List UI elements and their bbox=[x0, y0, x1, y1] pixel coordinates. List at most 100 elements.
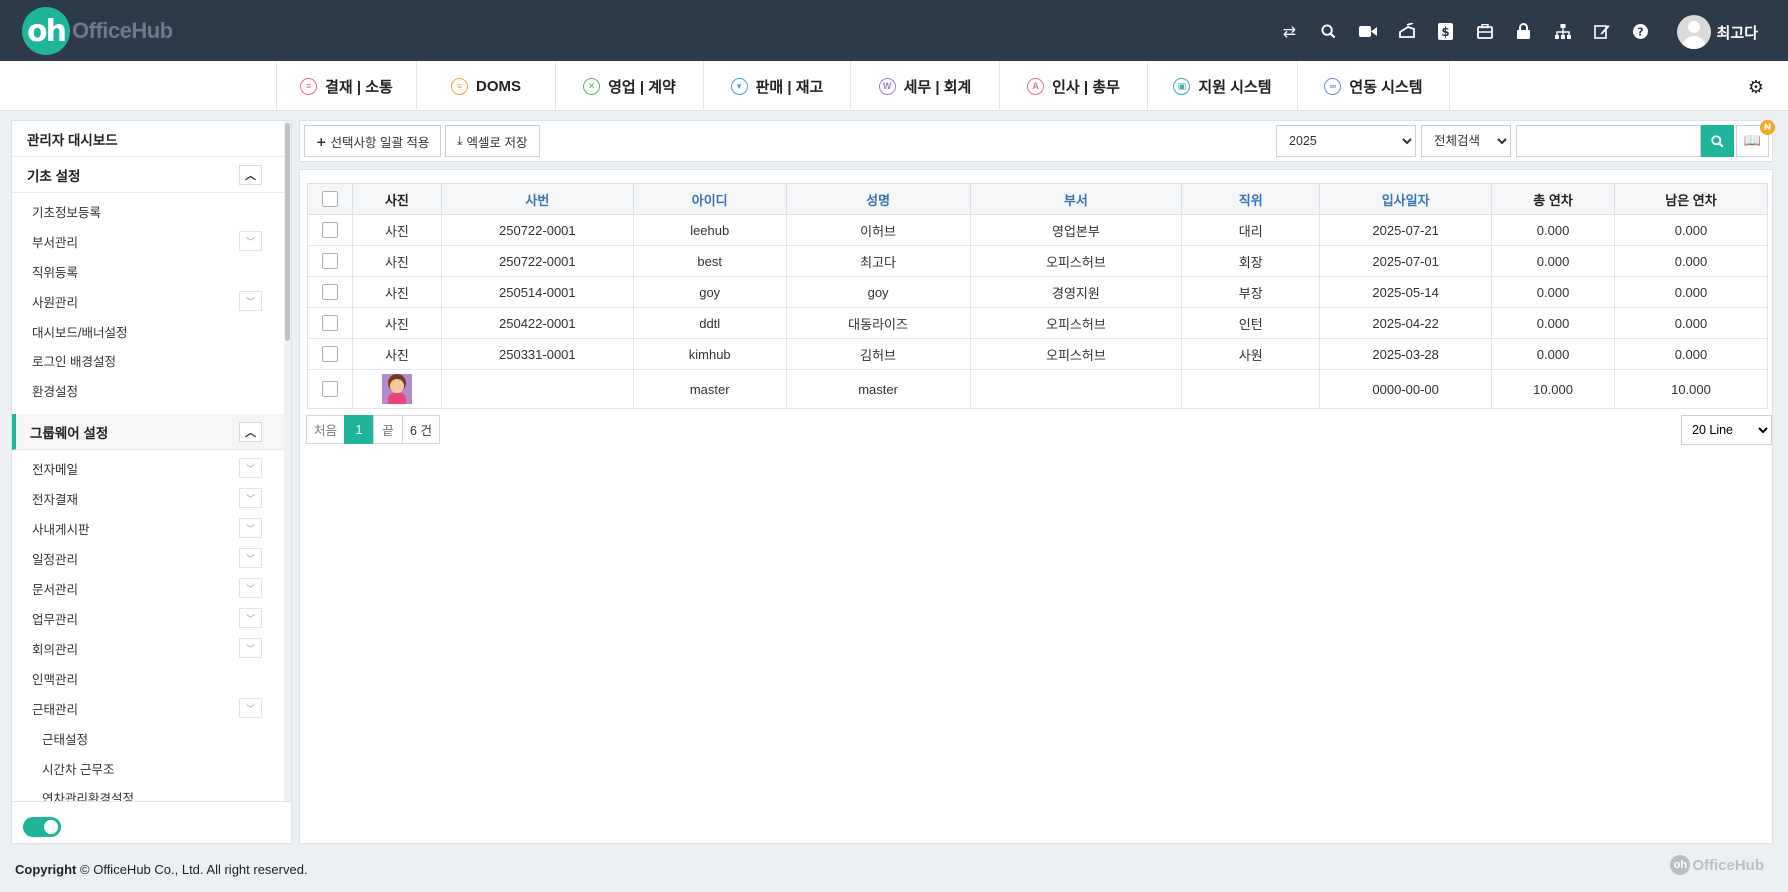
sidebar-item-attendance[interactable]: 근태관리 ﹀ bbox=[12, 693, 284, 723]
chevron-down-icon[interactable]: ﹀ bbox=[239, 608, 262, 628]
chevron-down-icon[interactable]: ﹀ bbox=[239, 698, 262, 718]
sidebar-toggle[interactable] bbox=[23, 817, 61, 837]
cell-name: master bbox=[785, 369, 971, 409]
row-checkbox[interactable] bbox=[321, 381, 338, 398]
nav-accounting[interactable]: W 세무 | 회계 bbox=[850, 61, 999, 111]
header-position[interactable]: 직위 bbox=[1181, 183, 1321, 215]
bulk-apply-button[interactable]: + 선택사항 일괄 적용 bbox=[304, 125, 442, 157]
sidebar-subitem-shift-groups[interactable]: 시간차 근무조 bbox=[12, 753, 284, 783]
sidebar-item-label: 일정관리 bbox=[32, 552, 79, 567]
sidebar-item-departments[interactable]: 부서관리 ﹀ bbox=[12, 226, 284, 256]
excel-save-button[interactable]: ⤓ 엑셀로 저장 bbox=[445, 125, 540, 157]
sidebar-item-login-background[interactable]: 로그인 배경설정 bbox=[12, 345, 284, 375]
sidebar-item-contacts[interactable]: 인맥관리 bbox=[12, 663, 284, 693]
cell-id-link[interactable]: best bbox=[632, 245, 787, 277]
chevron-down-icon[interactable]: ﹀ bbox=[239, 578, 262, 598]
row-checkbox[interactable] bbox=[321, 222, 338, 239]
chevron-down-icon[interactable]: ﹀ bbox=[239, 638, 262, 658]
search-button[interactable] bbox=[1701, 125, 1734, 157]
sidebar-section-basic[interactable]: 기초 설정 ︿ bbox=[12, 157, 284, 193]
cell-id-link[interactable]: goy bbox=[632, 276, 787, 308]
cell-id-link[interactable]: ddtl bbox=[632, 307, 787, 339]
fax-icon[interactable] bbox=[1387, 20, 1426, 42]
row-checkbox[interactable] bbox=[321, 253, 338, 270]
sidebar-item-employees[interactable]: 사원관리 ﹀ bbox=[12, 286, 284, 316]
guide-button[interactable]: 📖 N bbox=[1736, 120, 1775, 157]
briefcase-icon[interactable] bbox=[1465, 20, 1504, 42]
year-select[interactable]: 2025 bbox=[1276, 125, 1416, 157]
sidebar-subitem-attendance-settings[interactable]: 근태설정 bbox=[12, 723, 284, 753]
nav-label: 연동 시스템 bbox=[1349, 78, 1423, 96]
footer-logo-text: OfficeHub bbox=[1692, 856, 1764, 874]
page-first[interactable]: 처음 bbox=[306, 415, 346, 444]
nav-doms[interactable]: ≡ DOMS bbox=[416, 61, 555, 111]
header-hire-date[interactable]: 입사일자 bbox=[1319, 183, 1493, 215]
sidebar-item-schedule[interactable]: 일정관리 ﹀ bbox=[12, 543, 284, 573]
cell-id-link[interactable]: leehub bbox=[632, 214, 787, 246]
row-checkbox[interactable] bbox=[321, 284, 338, 301]
search-input[interactable] bbox=[1516, 125, 1701, 157]
sidebar-item-basic-info[interactable]: 기초정보등록 bbox=[12, 196, 284, 226]
row-select-cell bbox=[307, 245, 353, 277]
header-id[interactable]: 아이디 bbox=[632, 183, 787, 215]
gear-icon[interactable]: ⚙ bbox=[1748, 77, 1764, 98]
header-name[interactable]: 성명 bbox=[785, 183, 971, 215]
rows-per-page-select[interactable]: 20 Line bbox=[1681, 415, 1772, 445]
app-logo[interactable]: oh OfficeHub bbox=[22, 7, 173, 55]
cell-total-leave: 0.000 bbox=[1491, 276, 1615, 308]
page-last[interactable]: 끝 bbox=[373, 415, 404, 444]
sidebar-item-approval[interactable]: 전자결재 ﹀ bbox=[12, 483, 284, 513]
cell-position: 부장 bbox=[1181, 276, 1321, 308]
chevron-down-icon[interactable]: ﹀ bbox=[239, 518, 262, 538]
chevron-down-icon[interactable]: ﹀ bbox=[239, 231, 262, 251]
edit-icon[interactable] bbox=[1582, 20, 1621, 42]
sidebar-item-email[interactable]: 전자메일 ﹀ bbox=[12, 453, 284, 483]
header-dept[interactable]: 부서 bbox=[969, 183, 1183, 215]
nav-inventory[interactable]: ▾ 판매 | 재고 bbox=[703, 61, 850, 111]
nav-approval[interactable]: ≡ 결재 | 소통 bbox=[276, 61, 416, 111]
lock-icon[interactable] bbox=[1504, 20, 1543, 42]
sidebar-subitem-leave-settings[interactable]: 연차관리환경설정 bbox=[12, 782, 284, 802]
sidebar-item-tasks[interactable]: 업무관리 ﹀ bbox=[12, 603, 284, 633]
collapse-icon[interactable]: ︿ bbox=[239, 165, 262, 185]
cell-id-link[interactable]: kimhub bbox=[632, 338, 787, 370]
sidebar-section-groupware[interactable]: 그룹웨어 설정 ︿ bbox=[12, 414, 284, 450]
search-icon[interactable] bbox=[1309, 20, 1348, 42]
row-checkbox[interactable] bbox=[321, 315, 338, 332]
search-scope-select[interactable]: 전체검색 bbox=[1421, 125, 1511, 157]
nav-sales[interactable]: ✕ 영업 | 계약 bbox=[555, 61, 703, 111]
page-current[interactable]: 1 bbox=[344, 415, 375, 444]
sidebar-dashboard[interactable]: 관리자 대시보드 bbox=[12, 121, 284, 157]
cell-hire-date: 2025-07-01 bbox=[1319, 245, 1493, 277]
sidebar-item-meetings[interactable]: 회의관리 ﹀ bbox=[12, 633, 284, 663]
user-menu[interactable]: 최고다 bbox=[1676, 15, 1758, 49]
chevron-down-icon[interactable]: ﹀ bbox=[239, 291, 262, 311]
sidebar-item-positions[interactable]: 직위등록 bbox=[12, 256, 284, 286]
help-icon[interactable]: ? bbox=[1621, 20, 1660, 42]
sidebar-item-board[interactable]: 사내게시판 ﹀ bbox=[12, 513, 284, 543]
chevron-down-icon[interactable]: ﹀ bbox=[239, 548, 262, 568]
section-title: 그룹웨어 설정 bbox=[30, 425, 109, 441]
sidebar-item-documents[interactable]: 문서관리 ﹀ bbox=[12, 573, 284, 603]
sidebar-item-preferences[interactable]: 환경설정 bbox=[12, 375, 284, 405]
select-all-checkbox[interactable] bbox=[321, 191, 338, 208]
chevron-down-icon[interactable]: ﹀ bbox=[239, 458, 262, 478]
sitemap-icon[interactable] bbox=[1543, 20, 1582, 42]
header-emp-no[interactable]: 사번 bbox=[440, 183, 634, 215]
nav-hr[interactable]: A 인사 | 총무 bbox=[999, 61, 1147, 111]
table-row: 사진 250722-0001 best 최고다 오피스허브 회장 2025-07… bbox=[307, 245, 1768, 277]
nav-integration[interactable]: ∞ 연동 시스템 bbox=[1297, 61, 1450, 111]
collapse-icon[interactable]: ︿ bbox=[239, 422, 262, 442]
sidebar-scrollbar[interactable] bbox=[284, 121, 291, 801]
scrollbar-thumb[interactable] bbox=[285, 123, 290, 341]
cell-dept: 오피스허브 bbox=[969, 307, 1183, 339]
swap-icon[interactable]: ⇄ bbox=[1270, 20, 1309, 42]
chevron-down-icon[interactable]: ﹀ bbox=[239, 488, 262, 508]
cell-position: 인턴 bbox=[1181, 307, 1321, 339]
video-icon[interactable] bbox=[1348, 20, 1387, 42]
row-checkbox[interactable] bbox=[321, 346, 338, 363]
cell-id-link[interactable]: master bbox=[632, 369, 787, 409]
nav-support[interactable]: ▣ 지원 시스템 bbox=[1147, 61, 1297, 111]
sidebar-item-dashboard-banner[interactable]: 대시보드/배너설정 bbox=[12, 316, 284, 346]
dollar-icon[interactable]: $ bbox=[1426, 20, 1465, 42]
